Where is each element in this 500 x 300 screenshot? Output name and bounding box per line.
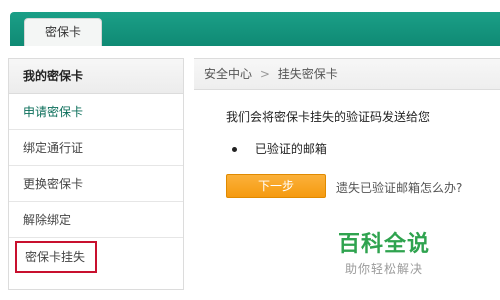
breadcrumb-separator: > (259, 67, 270, 81)
sidebar-item-bind[interactable]: 绑定通行证 (9, 130, 183, 166)
verified-email-option[interactable]: 已验证的邮箱 (232, 140, 327, 157)
breadcrumb-root[interactable]: 安全中心 (204, 67, 252, 81)
watermark-title: 百科全说 (338, 232, 431, 257)
lost-email-link[interactable]: 遗失已验证邮箱怎么办? (336, 179, 462, 196)
watermark-subtitle: 助你轻松解决 (345, 262, 424, 276)
sidebar-item-report-loss[interactable]: 密保卡挂失 (15, 241, 97, 273)
watermark-logo: 百科全说 助你轻松解决 (338, 226, 430, 277)
next-button[interactable]: 下一步 (226, 174, 326, 198)
instruction-text: 我们会将密保卡挂失的验证码发送给您 (226, 110, 431, 124)
sidebar-item-replace[interactable]: 更换密保卡 (9, 166, 183, 202)
sidebar-item-unbind[interactable]: 解除绑定 (9, 202, 183, 238)
sidebar: 我的密保卡 申请密保卡 绑定通行证 更换密保卡 解除绑定 密保卡挂失 (8, 58, 184, 290)
breadcrumb-current: 挂失密保卡 (277, 67, 338, 81)
verified-email-label: 已验证的邮箱 (254, 142, 327, 156)
radio-selected-icon[interactable] (232, 147, 237, 152)
breadcrumb: 安全中心 > 挂失密保卡 (194, 58, 500, 90)
tab-mibaoka[interactable]: 密保卡 (24, 18, 102, 46)
sidebar-item-apply[interactable]: 申请密保卡 (9, 94, 183, 130)
sidebar-title: 我的密保卡 (9, 59, 183, 94)
